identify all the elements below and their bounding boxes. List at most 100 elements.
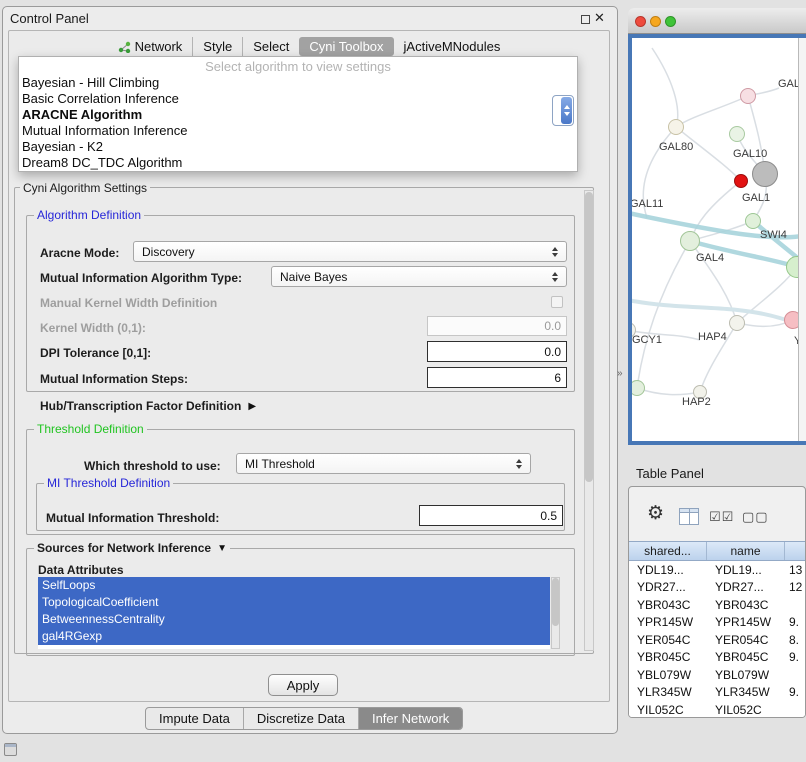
manual-kernel-checkbox[interactable] [551,296,563,308]
select-all-icon[interactable]: ☑☑ [709,509,734,525]
list-item[interactable]: TopologicalCoefficient [38,594,550,611]
cell: 9. [785,685,806,699]
cell: 9. [785,650,806,664]
mac-zoom-button[interactable] [665,16,676,27]
table-row[interactable]: YDL19...YDL19...13 [629,561,806,579]
algorithm-combo-button[interactable] [552,95,574,126]
tab-infer-network[interactable]: Infer Network [358,708,462,729]
mi-type-value: Naive Bayes [272,270,547,284]
cell: YLR345W [629,685,707,699]
aracne-mode-select[interactable]: Discovery [133,241,567,262]
table-row[interactable]: YIL052CYIL052C [629,701,806,717]
menu-item[interactable]: Bayesian - K2 [19,139,577,155]
algorithm-placeholder: Select algorithm to view settings [19,58,577,75]
network-node[interactable] [734,174,748,188]
sources-header[interactable]: Sources for Network Inference ▼ [34,541,230,555]
mi-type-select[interactable]: Naive Bayes [271,266,567,287]
table-row[interactable]: YBR043CYBR043C [629,596,806,614]
network-window-titlebar[interactable] [628,8,806,34]
float-panel-icon[interactable] [581,15,590,24]
column-header[interactable]: shared... [629,542,707,560]
panel-corner-icon[interactable] [4,743,17,756]
network-node[interactable] [784,311,798,329]
manual-kernel-label: Manual Kernel Width Definition [40,296,217,310]
show-columns-icon[interactable] [679,508,699,525]
mac-minimize-button[interactable] [650,16,661,27]
cell: YER054C [707,633,785,647]
tab-style[interactable]: Style [192,37,242,56]
table-row[interactable]: YBL079WYBL079W [629,666,806,684]
list-scrollbar-thumb[interactable] [552,578,559,626]
menu-item-selected[interactable]: ARACNE Algorithm [19,107,577,123]
network-view-window: GAL80 GAL10 GAL11 GAL1 SWI4 GAL4 GCY1 HA… [628,8,806,445]
cell: YDR27... [707,580,785,594]
dpi-tolerance-input[interactable] [427,341,567,362]
tab-discretize-data[interactable]: Discretize Data [243,708,358,729]
tab-cyni-toolbox-label: Cyni Toolbox [309,39,383,54]
list-item[interactable]: gal4RGexp [38,628,550,645]
menu-item[interactable]: Dream8 DC_TDC Algorithm [19,155,577,171]
tab-select[interactable]: Select [242,37,299,56]
table-row[interactable]: YER054CYER054C8. [629,631,806,649]
threshold-definition-title: Threshold Definition [34,422,147,436]
network-node-label: GAL1 [742,192,770,204]
column-header[interactable]: name [707,542,785,560]
hub-section-header[interactable]: Hub/Transcription Factor Definition ▶ [40,399,256,413]
deselect-all-icon[interactable]: ▢▢ [742,509,769,525]
cell: 9. [785,615,806,629]
table-row[interactable]: YBR045CYBR045C9. [629,649,806,667]
tab-jactivemnodules[interactable]: jActiveMNodules [394,37,511,56]
mi-threshold-group-title: MI Threshold Definition [44,476,173,490]
mi-steps-input[interactable] [427,367,567,388]
mac-close-button[interactable] [635,16,646,27]
tab-jactivemnodules-label: jActiveMNodules [404,39,501,54]
network-node-label: GAL [778,78,798,90]
menu-item[interactable]: Basic Correlation Inference [19,91,577,107]
column-header[interactable] [785,542,806,560]
table-settings-gear-icon[interactable]: ⚙ [647,504,664,523]
settings-scrollbar-thumb[interactable] [585,192,593,482]
tab-network[interactable]: Network [108,37,193,56]
network-scrollbar[interactable] [798,38,806,441]
table-row[interactable]: YPR145WYPR145W9. [629,614,806,632]
which-threshold-select[interactable]: MI Threshold [236,453,531,474]
network-node[interactable] [752,161,778,187]
network-node-label: GAL4 [696,252,724,264]
menu-item[interactable]: Mutual Information Inference [19,123,577,139]
hub-expand-icon[interactable]: ▶ [248,401,256,412]
network-canvas[interactable]: GAL80 GAL10 GAL11 GAL1 SWI4 GAL4 GCY1 HA… [632,38,798,441]
mi-steps-label: Mutual Information Steps: [40,372,188,386]
algorithm-dropdown-popup: Select algorithm to view settings Bayesi… [18,56,578,172]
network-node[interactable] [668,119,684,135]
close-icon[interactable]: ✕ [594,10,605,26]
list-item[interactable]: BetweennessCentrality [38,611,550,628]
kernel-width-input[interactable] [427,316,567,336]
list-item[interactable]: SelfLoops [38,577,550,594]
tab-cyni-toolbox[interactable]: Cyni Toolbox [299,37,393,56]
combo-arrows-icon [547,247,562,257]
table-row[interactable]: YLR345WYLR345W9. [629,684,806,702]
network-node[interactable] [745,213,761,229]
data-attributes-list[interactable]: SelfLoops TopologicalCoefficient Between… [38,577,550,649]
network-node[interactable] [740,88,756,104]
table-panel-title: Table Panel [636,466,704,481]
network-node[interactable] [680,231,700,251]
cell: YIL052C [629,703,707,717]
apply-button[interactable]: Apply [268,674,338,696]
mi-type-label: Mutual Information Algorithm Type: [40,271,242,285]
network-node-label: GAL11 [632,198,663,210]
mi-threshold-input[interactable] [419,505,563,526]
splitter-handle[interactable]: » [617,368,623,379]
empty-box-icon: ▢ [742,509,755,524]
network-node-label: GAL80 [659,141,693,153]
network-tab-icon [118,41,131,53]
network-node[interactable] [729,315,745,331]
cell: YBR043C [707,598,785,612]
menu-item[interactable]: Bayesian - Hill Climbing [19,75,577,91]
network-node[interactable] [729,126,745,142]
cell: YBR045C [707,650,785,664]
sources-expand-icon[interactable]: ▼ [217,543,227,554]
network-node-label: HAP4 [698,331,727,343]
table-row[interactable]: YDR27...YDR27...12 [629,579,806,597]
tab-impute-data[interactable]: Impute Data [146,708,243,729]
